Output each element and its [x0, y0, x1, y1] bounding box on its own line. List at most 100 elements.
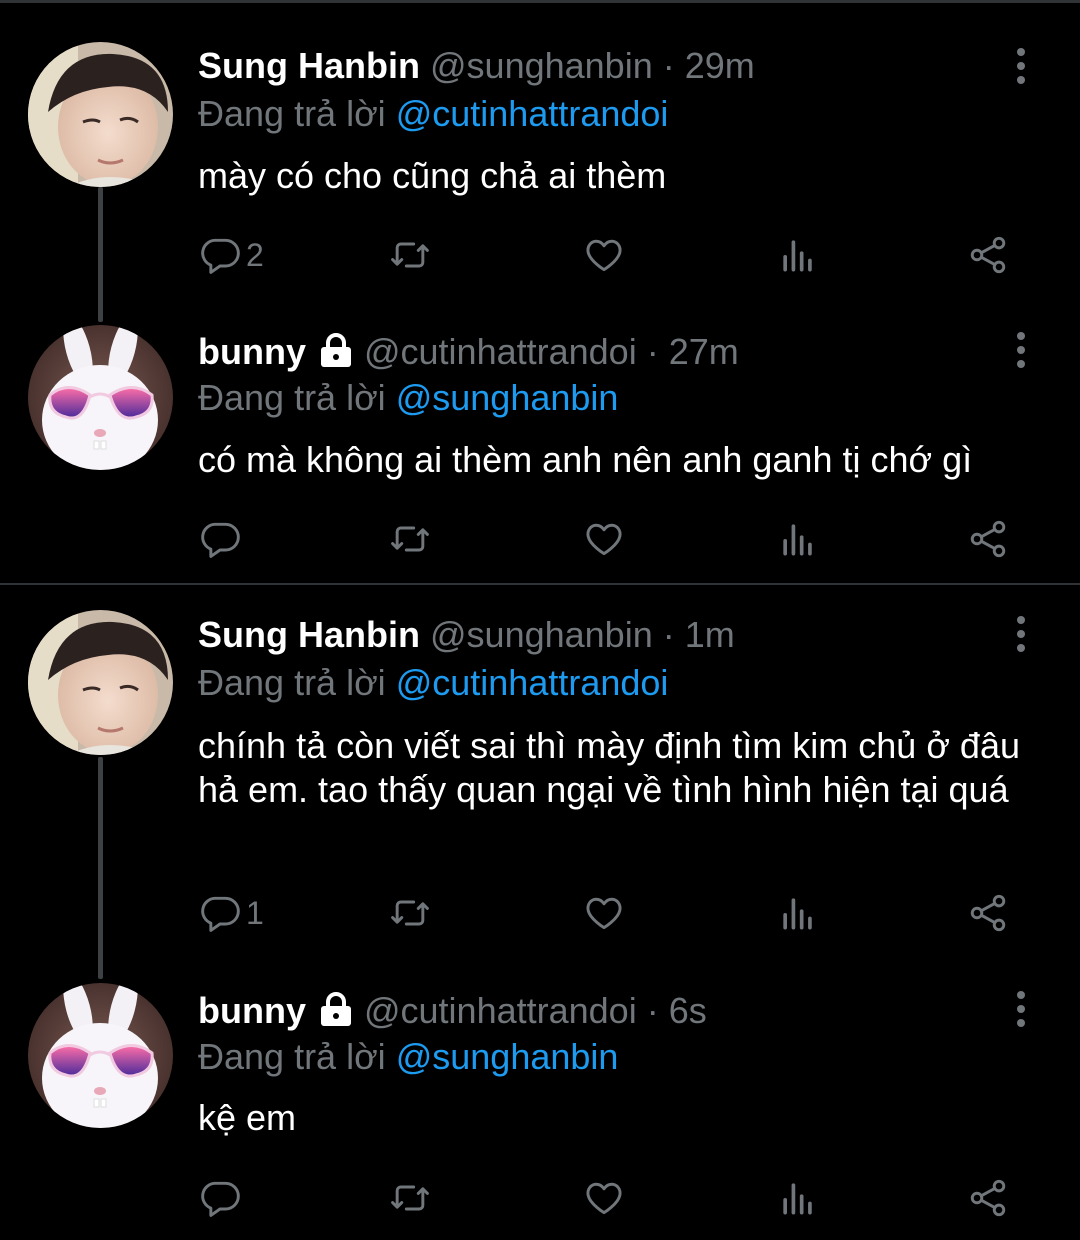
retweet-button[interactable]: [386, 514, 434, 564]
reply-context: Đang trả lời @sunghanbin: [198, 376, 618, 420]
retweet-button[interactable]: [386, 230, 434, 280]
like-button[interactable]: [582, 888, 626, 938]
reply-icon: [201, 896, 240, 932]
views-button[interactable]: [776, 230, 820, 280]
reply-icon: [201, 522, 240, 558]
reply-button[interactable]: [198, 514, 246, 564]
reply-count: 1: [246, 894, 264, 931]
retweet-icon: [391, 1185, 429, 1211]
share-icon: [970, 236, 1006, 274]
views-button[interactable]: [776, 514, 820, 564]
views-button[interactable]: [776, 1173, 820, 1223]
reply-prefix: Đang trả lời: [198, 377, 386, 418]
share-icon: [970, 520, 1006, 558]
avatar[interactable]: [28, 325, 173, 470]
retweet-button[interactable]: [386, 1173, 434, 1223]
reply-button[interactable]: [198, 1173, 246, 1223]
tweet-header: Sung Hanbin @sunghanbin · 29m: [198, 44, 755, 88]
reply-context: Đang trả lời @sunghanbin: [198, 1035, 618, 1079]
separator: ·: [662, 45, 675, 86]
views-button[interactable]: [776, 888, 820, 938]
views-icon: [783, 1183, 812, 1215]
bunny-avatar-image: [28, 983, 173, 1128]
user-handle[interactable]: @sunghanbin: [430, 614, 653, 655]
timestamp[interactable]: 1m: [685, 614, 735, 655]
retweet-icon: [391, 242, 429, 268]
display-name[interactable]: Sung Hanbin: [198, 614, 420, 655]
user-handle[interactable]: @sunghanbin: [430, 45, 653, 86]
share-icon: [970, 894, 1006, 932]
views-icon: [783, 524, 812, 556]
tweet-actions: 2: [198, 230, 1018, 280]
top-divider: [0, 0, 1080, 3]
avatar[interactable]: [28, 983, 173, 1128]
more-icon[interactable]: [1008, 614, 1034, 654]
reply-prefix: Đang trả lời: [198, 1036, 386, 1077]
like-icon: [586, 897, 622, 930]
tweet-actions: [198, 514, 1018, 564]
share-button[interactable]: [966, 888, 1010, 938]
like-icon: [586, 1182, 622, 1215]
like-button[interactable]: [582, 1173, 626, 1223]
retweet-icon: [391, 526, 429, 552]
thread-divider: [0, 583, 1080, 585]
views-icon: [783, 240, 812, 272]
share-button[interactable]: [966, 514, 1010, 564]
reply-context: Đang trả lời @cutinhattrandoi: [198, 661, 668, 705]
reply-icon: [201, 238, 240, 274]
tweet-actions: [198, 1173, 1018, 1223]
timestamp[interactable]: 6s: [669, 990, 707, 1031]
separator: ·: [646, 331, 659, 372]
timestamp[interactable]: 27m: [669, 331, 739, 372]
like-button[interactable]: [582, 514, 626, 564]
tweet-header: bunny @cutinhattrandoi · 27m: [198, 330, 739, 378]
retweet-button[interactable]: [386, 888, 434, 938]
like-icon: [586, 239, 622, 272]
like-icon: [586, 523, 622, 556]
reply-context: Đang trả lời @cutinhattrandoi: [198, 92, 668, 136]
like-button[interactable]: [582, 230, 626, 280]
share-icon: [970, 1179, 1006, 1217]
bunny-avatar-image: [28, 325, 173, 470]
thread-line: [98, 187, 103, 322]
tweet-actions: 1: [198, 888, 1018, 938]
reply-icon: [201, 1181, 240, 1217]
thread-line: [98, 757, 103, 979]
lock-icon: [316, 332, 356, 378]
share-button[interactable]: [966, 1173, 1010, 1223]
views-icon: [783, 898, 812, 930]
tweet-header: Sung Hanbin @sunghanbin · 1m: [198, 613, 735, 657]
display-name[interactable]: Sung Hanbin: [198, 45, 420, 86]
retweet-icon: [391, 900, 429, 926]
reply-button[interactable]: 2: [198, 230, 264, 280]
mention-link[interactable]: @sunghanbin: [396, 377, 619, 418]
separator: ·: [662, 614, 675, 655]
user-handle[interactable]: @cutinhattrandoi: [364, 331, 637, 372]
share-button[interactable]: [966, 230, 1010, 280]
reply-prefix: Đang trả lời: [198, 93, 386, 134]
more-icon[interactable]: [1008, 330, 1034, 370]
more-icon[interactable]: [1008, 46, 1034, 86]
separator: ·: [646, 990, 659, 1031]
man-avatar-image: [28, 610, 173, 755]
tweet-text: có mà không ai thèm anh nên anh ganh tị …: [198, 439, 973, 480]
mention-link[interactable]: @cutinhattrandoi: [396, 662, 669, 703]
timestamp[interactable]: 29m: [685, 45, 755, 86]
mention-link[interactable]: @cutinhattrandoi: [396, 93, 669, 134]
display-name[interactable]: bunny: [198, 331, 306, 372]
reply-button[interactable]: 1: [198, 888, 264, 938]
man-avatar-image: [28, 42, 173, 187]
tweet-text: kệ em: [198, 1097, 297, 1138]
tweet-text: chính tả còn viết sai thì mày định tìm k…: [198, 725, 1020, 810]
more-icon[interactable]: [1008, 989, 1034, 1029]
tweet-text: mày có cho cũng chả ai thèm: [198, 155, 667, 196]
reply-prefix: Đang trả lời: [198, 662, 386, 703]
user-handle[interactable]: @cutinhattrandoi: [364, 990, 637, 1031]
tweet-header: bunny @cutinhattrandoi · 6s: [198, 989, 707, 1037]
reply-count: 2: [246, 236, 264, 273]
avatar[interactable]: [28, 610, 173, 755]
display-name[interactable]: bunny: [198, 990, 306, 1031]
lock-icon: [316, 991, 356, 1037]
avatar[interactable]: [28, 42, 173, 187]
mention-link[interactable]: @sunghanbin: [396, 1036, 619, 1077]
